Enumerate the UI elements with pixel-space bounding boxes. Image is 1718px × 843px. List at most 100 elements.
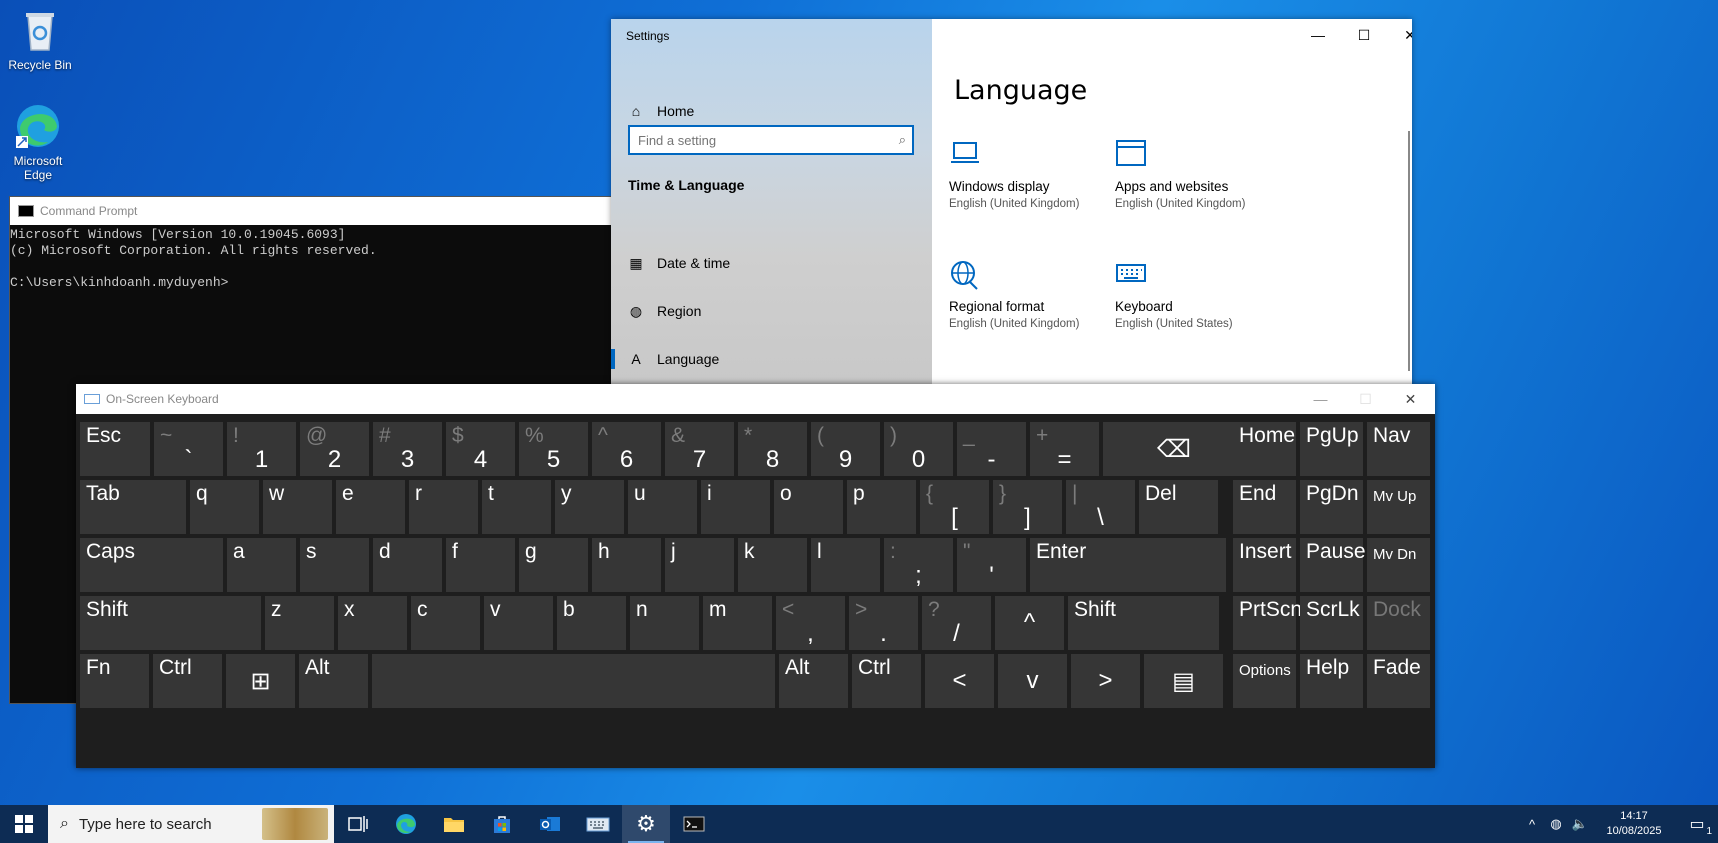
minimize-button[interactable]: — [1295,19,1341,51]
desktop-icon-recycle-bin[interactable]: Recycle Bin [2,6,78,72]
key--[interactable]: _ - [957,422,1026,476]
key-m[interactable]: m [703,596,772,650]
taskbar-search[interactable]: ⌕ Type here to search [48,805,334,843]
key-s[interactable]: s [300,538,369,592]
task-view-button[interactable] [334,805,382,843]
key-p[interactable]: p [847,480,916,534]
taskbar-settings[interactable]: ⚙ [622,805,670,843]
notification-button[interactable]: ▭ 1 [1676,805,1718,843]
sidebar-item-date-time[interactable]: ▦ Date & time [611,243,932,283]
key-pgup[interactable]: PgUp [1300,422,1363,476]
search-input[interactable] [630,127,880,153]
close-button[interactable]: ✕ [1388,384,1433,414]
maximize-button[interactable]: ☐ [1341,19,1387,51]
key-shift[interactable]: Shift [1068,596,1219,650]
key-tab[interactable]: Tab [80,480,186,534]
key-[[interactable]: {[ [920,480,989,534]
key-enter[interactable]: Enter [1030,538,1226,592]
key-j[interactable]: j [665,538,734,592]
key-ctrl[interactable]: Ctrl [852,654,921,708]
settings-window[interactable]: Settings ⌂ Home ⌕ Time & Language ▦ Date… [611,19,1412,386]
taskbar-on-screen-keyboard[interactable] [574,805,622,843]
key-q[interactable]: q [190,480,259,534]
key-arrow-left[interactable]: < [925,654,994,708]
key-t[interactable]: t [482,480,551,534]
key-h[interactable]: h [592,538,661,592]
key-z[interactable]: z [265,596,334,650]
key-alt[interactable]: Alt [299,654,368,708]
key-c[interactable]: c [411,596,480,650]
maximize-button[interactable]: ☐ [1343,384,1388,414]
key-end[interactable]: End [1233,480,1296,534]
settings-scrollbar[interactable] [1408,131,1410,371]
taskbar-outlook[interactable] [526,805,574,843]
key-fade[interactable]: Fade [1367,654,1430,708]
key-y[interactable]: y [555,480,624,534]
key-mv-up[interactable]: Mv Up [1367,480,1430,534]
key-home[interactable]: Home [1233,422,1296,476]
key-options[interactable]: Options [1233,654,1296,708]
key-arrow-up[interactable]: ^ [995,596,1064,650]
volume-icon[interactable]: 🔈 [1568,816,1592,832]
desktop-icon-edge[interactable]: Microsoft Edge [0,102,76,182]
key-3[interactable]: #3 [373,422,442,476]
key-backspace[interactable]: ⌫ [1103,422,1245,476]
key-v[interactable]: v [484,596,553,650]
close-button[interactable]: ✕ [1387,19,1412,51]
key-9[interactable]: (9 [811,422,880,476]
sidebar-item-language[interactable]: A Language [611,339,932,379]
taskbar-file-explorer[interactable] [430,805,478,843]
key-arrow-down[interactable]: v [998,654,1067,708]
sidebar-item-region[interactable]: ◍ Region [611,291,932,331]
key-,[interactable]: <, [776,596,845,650]
key-n[interactable]: n [630,596,699,650]
key-mv-dn[interactable]: Mv Dn [1367,538,1430,592]
key-del[interactable]: Del [1139,480,1218,534]
key-;[interactable]: :; [884,538,953,592]
key-prtscn[interactable]: PrtScn [1233,596,1302,650]
key-alt[interactable]: Alt [779,654,848,708]
taskbar-edge[interactable] [382,805,430,843]
tile-regional-format[interactable]: Regional format English (United Kingdom) [949,259,1109,330]
key-.[interactable]: >. [849,596,918,650]
key-b[interactable]: b [557,596,626,650]
key-u[interactable]: u [628,480,697,534]
tile-apps-websites[interactable]: Apps and websites English (United Kingdo… [1115,139,1275,210]
minimize-button[interactable]: — [1298,384,1343,414]
on-screen-keyboard-window[interactable]: On-Screen Keyboard — ☐ ✕ Esc ~ `! 1 @2 #3 $4% 5… [76,384,1435,768]
key-\[interactable]: | \ [1066,480,1135,534]
key-l[interactable]: l [811,538,880,592]
key-][interactable]: }] [993,480,1062,534]
key-r[interactable]: r [409,480,478,534]
key-7[interactable]: & 7 [665,422,734,476]
key-=[interactable]: + = [1030,422,1099,476]
key-6[interactable]: ^ 6 [592,422,661,476]
tile-keyboard[interactable]: Keyboard English (United States) [1115,259,1275,330]
key-2[interactable]: @2 [300,422,369,476]
key-context-menu[interactable]: ▤ [1144,654,1223,708]
settings-search[interactable]: ⌕ [628,125,914,155]
key-x[interactable]: x [338,596,407,650]
taskbar-command-prompt[interactable] [670,805,718,843]
key-pause[interactable]: Pause [1300,538,1366,592]
key-1[interactable]: ! 1 [227,422,296,476]
key-5[interactable]: % 5 [519,422,588,476]
key-nav[interactable]: Nav [1367,422,1430,476]
key-g[interactable]: g [519,538,588,592]
key-windows-logo[interactable]: ⊞ [226,654,295,708]
key-d[interactable]: d [373,538,442,592]
key-f[interactable]: f [446,538,515,592]
key-e[interactable]: e [336,480,405,534]
key-`[interactable]: ~ ` [154,422,223,476]
key-space[interactable] [372,654,775,708]
key-i[interactable]: i [701,480,770,534]
chevron-up-icon[interactable]: ^ [1520,817,1544,832]
osk-titlebar[interactable]: On-Screen Keyboard — ☐ ✕ [76,384,1435,414]
key-caps[interactable]: Caps [80,538,223,592]
key-8[interactable]: * 8 [738,422,807,476]
start-button[interactable] [0,805,48,843]
key-ctrl[interactable]: Ctrl [153,654,222,708]
taskbar-store[interactable] [478,805,526,843]
key-esc[interactable]: Esc [80,422,150,476]
key-fn[interactable]: Fn [80,654,149,708]
